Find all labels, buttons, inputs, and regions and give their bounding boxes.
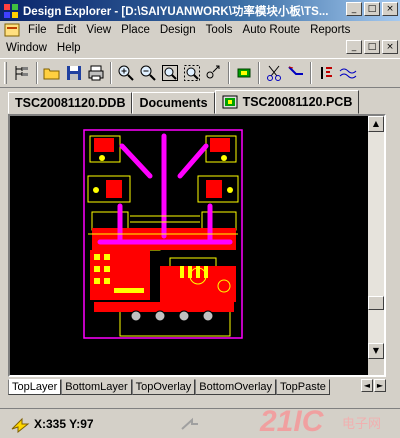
- tab-label: TSC20081120.PCB: [242, 95, 353, 109]
- menu-edit[interactable]: Edit: [52, 24, 82, 36]
- cross-probe-icon[interactable]: [203, 62, 225, 84]
- layer-tab-topoverlay[interactable]: TopOverlay: [131, 379, 196, 395]
- vertical-scrollbar[interactable]: ▲ ▼: [368, 116, 384, 359]
- wave-icon[interactable]: [337, 62, 359, 84]
- scroll-down-button[interactable]: ▼: [368, 343, 384, 359]
- close-button[interactable]: ×: [382, 2, 398, 16]
- tab-pcb[interactable]: TSC20081120.PCB: [214, 90, 360, 114]
- tab-label: Documents: [139, 96, 208, 110]
- scrollbar-corner: [368, 359, 384, 375]
- watermark-brand: 21IC: [259, 405, 325, 436]
- design-manager-icon[interactable]: [11, 62, 33, 84]
- maximize-button[interactable]: □: [364, 2, 380, 16]
- tab-label: TSC20081120.DDB: [15, 96, 126, 110]
- menu-reports[interactable]: Reports: [305, 24, 355, 36]
- menu-file[interactable]: File: [23, 24, 52, 36]
- layer-prev-button[interactable]: ◄: [361, 379, 373, 392]
- zoom-in-icon[interactable]: [115, 62, 137, 84]
- layer-tab-navigation: ◄ ►: [361, 379, 386, 392]
- title-bar: Design Explorer - [D:\SAIYUANWORK\功率模块小板…: [0, 0, 400, 21]
- print-icon[interactable]: [85, 62, 107, 84]
- menu-place[interactable]: Place: [116, 24, 155, 36]
- component-icon[interactable]: [233, 62, 255, 84]
- open-folder-icon[interactable]: [41, 62, 63, 84]
- menu-view[interactable]: View: [81, 24, 116, 36]
- layer-tab-toppaste[interactable]: TopPaste: [276, 379, 330, 395]
- zoom-fit-icon[interactable]: [159, 62, 181, 84]
- pcb-canvas[interactable]: [8, 114, 386, 377]
- toolbar-separator: [36, 62, 38, 84]
- align-icon[interactable]: [315, 62, 337, 84]
- toolbar-separator: [110, 62, 112, 84]
- menu-auto-route[interactable]: Auto Route: [238, 24, 306, 36]
- document-tabs: TSC20081120.DDB Documents TSC20081120.PC…: [8, 90, 398, 114]
- mdi-close-button[interactable]: ×: [382, 40, 398, 54]
- toolbar-separator: [310, 62, 312, 84]
- layer-tab-bottomoverlay[interactable]: BottomOverlay: [195, 379, 277, 395]
- mdi-minimize-button[interactable]: _: [346, 40, 362, 54]
- tab-documents[interactable]: Documents: [132, 92, 215, 114]
- minimize-button[interactable]: _: [346, 2, 362, 16]
- scroll-up-button[interactable]: ▲: [368, 116, 384, 132]
- menu-design[interactable]: Design: [155, 24, 201, 36]
- watermark-logo: 21IC 电子网: [259, 405, 381, 436]
- menu-help[interactable]: Help: [52, 42, 86, 54]
- layer-next-button[interactable]: ►: [374, 379, 386, 392]
- layer-tab-toplayer[interactable]: TopLayer: [8, 379, 62, 395]
- zoom-area-icon[interactable]: [181, 62, 203, 84]
- app-icon[interactable]: [3, 3, 19, 19]
- menu-window[interactable]: Window: [0, 42, 52, 54]
- connector-pads: [130, 310, 214, 322]
- layer-tab-bottomlayer[interactable]: BottomLayer: [61, 379, 132, 395]
- snap-arrow-icon: [180, 417, 198, 430]
- watermark-sub: 电子网: [342, 417, 381, 432]
- main-toolbar: [0, 58, 400, 88]
- document-icon[interactable]: [4, 22, 20, 38]
- toolbar-grip[interactable]: [4, 62, 7, 84]
- pcb-file-icon: [222, 95, 238, 109]
- menu-row-primary: File Edit View Place Design Tools Auto R…: [0, 21, 355, 39]
- toolbar-separator: [228, 62, 230, 84]
- cursor-coordinates: X:335 Y:97: [34, 416, 94, 431]
- cursor-arrow-icon: [11, 417, 30, 433]
- pcb-board-drawing: [83, 129, 243, 339]
- toolbar-separator: [258, 62, 260, 84]
- zoom-out-icon[interactable]: [137, 62, 159, 84]
- menu-tools[interactable]: Tools: [201, 24, 238, 36]
- cut-icon[interactable]: [263, 62, 285, 84]
- window-title: Design Explorer - [D:\SAIYUANWORK\功率模块小板…: [23, 5, 329, 18]
- mdi-restore-button[interactable]: □: [364, 40, 380, 54]
- interactive-route-icon[interactable]: [285, 62, 307, 84]
- layer-tabs: TopLayer BottomLayer TopOverlay BottomOv…: [8, 379, 386, 396]
- save-icon[interactable]: [63, 62, 85, 84]
- menu-row-secondary: Window Help: [0, 39, 86, 57]
- tab-ddb[interactable]: TSC20081120.DDB: [8, 92, 133, 114]
- menu-bar: File Edit View Place Design Tools Auto R…: [0, 21, 400, 57]
- scroll-thumb[interactable]: [368, 296, 384, 310]
